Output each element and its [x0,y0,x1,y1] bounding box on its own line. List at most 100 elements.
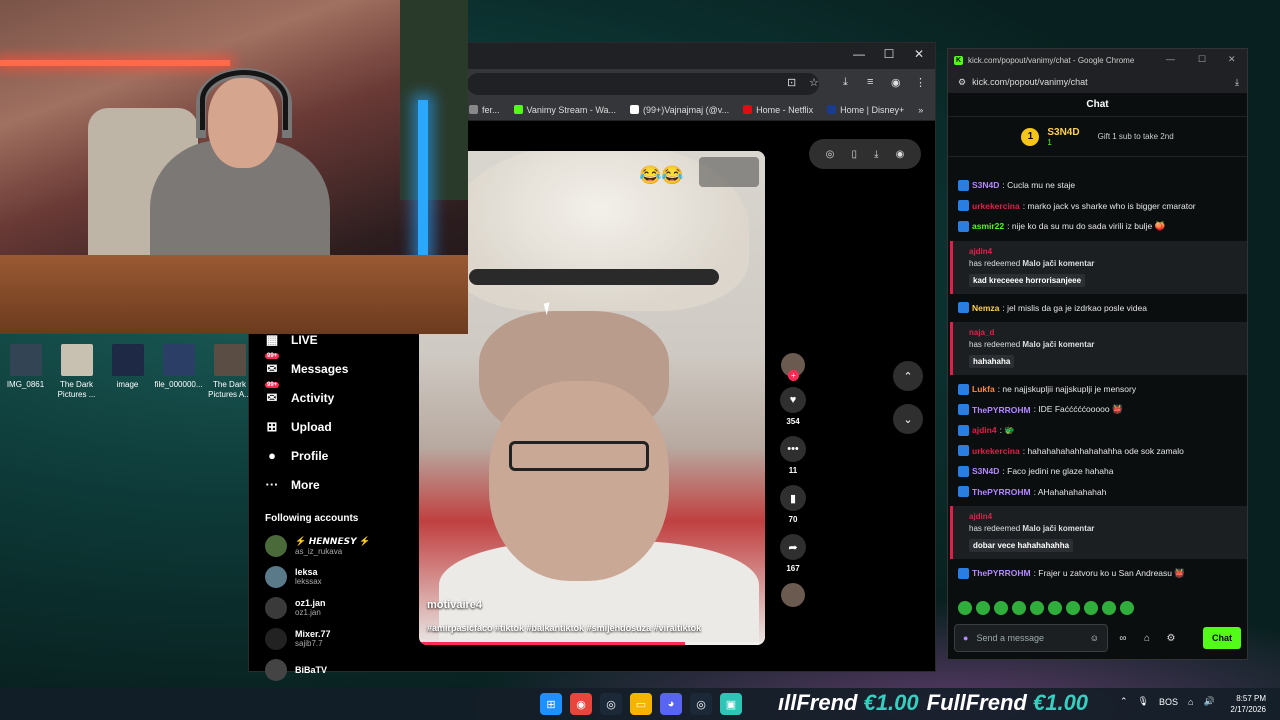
chat-username[interactable]: asmir22 [972,221,1004,231]
emote-icon[interactable] [1066,601,1080,615]
bookmark-item[interactable]: (99+)Vajnajmaj (@v... [630,105,729,115]
nav-item-messages[interactable]: ✉ 99+ Messages [249,352,419,383]
steam-icon[interactable]: ◎ [600,693,622,715]
bookmark-item[interactable]: fer... [469,105,500,115]
chat-download-icon[interactable]: ⤓ [1235,77,1239,88]
bookmark-icon[interactable]: ▮ [780,485,806,511]
follow-plus-icon[interactable]: + [788,370,799,381]
nav-item-profile[interactable]: ● Profile [249,441,419,470]
emote-icon[interactable] [1084,601,1098,615]
like-icon[interactable]: ♥ [780,387,806,413]
close-button[interactable]: ✕ [909,47,929,61]
network-icon[interactable]: ⌂ [1188,697,1193,707]
app-icon[interactable]: ▣ [720,693,742,715]
desktop-icon[interactable]: file_000000... [153,340,204,400]
video-progress-bar[interactable] [419,642,765,645]
tray-chevron-icon[interactable]: ⌃ [1120,696,1128,707]
gift-sub-prompt[interactable]: Gift 1 sub to take 2nd [1098,132,1174,141]
chat-username[interactable]: ThePYRROHM [972,568,1031,578]
maximize-button[interactable]: ☐ [879,47,899,61]
following-account[interactable]: BiBaTV [249,654,419,685]
emote-icon[interactable] [1030,601,1044,615]
redeem-user[interactable]: naja_d [969,328,1237,337]
previous-video-button[interactable]: ⌃ [893,361,923,391]
bookmarks-more-button[interactable]: » [918,105,923,115]
chat-username[interactable]: S3N4D [972,180,999,190]
creator-avatar[interactable]: + [781,353,805,381]
sound-avatar[interactable] [781,583,805,607]
emote-icon[interactable] [1102,601,1116,615]
download-video-icon[interactable]: ⤓ [874,149,878,160]
following-account[interactable]: Mixer.77 sajib7.7 [249,623,419,654]
profile-icon[interactable]: ◉ [891,76,901,89]
volume-icon[interactable]: 🔊 [1203,696,1214,707]
start-icon[interactable]: ⊞ [540,693,562,715]
bookmark-item[interactable]: Vanimy Stream - Wa... [513,105,616,115]
file-explorer-icon[interactable]: ▭ [630,693,652,715]
redeem-user[interactable]: ajdin4 [969,512,1237,521]
discord-icon[interactable]: ◕ [660,693,682,715]
video-player[interactable]: 😂😂 motivaire4 #amirpasicfaco #tiktok #ba… [419,151,765,645]
following-account[interactable]: ⚡ 𝙃𝙀𝙉𝙉𝙀𝙎𝙔 ⚡ as_iz_rukava [249,530,419,561]
menu-icon[interactable]: ⋮ [915,76,926,89]
chat-username[interactable]: ThePYRROHM [972,487,1031,497]
desktop-icon-label: image [116,380,139,389]
compass-icon[interactable]: ◎ [826,149,835,160]
mic-icon[interactable]: ● [963,633,968,643]
bookmark-item[interactable]: Home | Disney+ [827,105,904,115]
chat-username[interactable]: urkekercina [972,201,1020,211]
share-icon[interactable]: ➦ [780,534,806,560]
comment-icon[interactable]: ••• [780,436,806,462]
chat-username[interactable]: S3N4D [972,466,999,476]
user-avatar-icon[interactable]: ◉ [896,149,905,160]
following-account[interactable]: oz1.jan oz1.jan [249,592,419,623]
chat-message-input[interactable]: ● Send a message ☺ [954,624,1108,652]
emote-icon[interactable] [1048,601,1062,615]
chat-username[interactable]: ThePYRROHM [972,405,1031,415]
minimize-button[interactable]: — [849,47,869,61]
gifter-name[interactable]: S3N4D [1047,127,1079,138]
emote-icon[interactable] [976,601,990,615]
desktop-icon[interactable]: IMG_0861 [0,340,51,400]
taskbar-clock[interactable]: 8:57 PM 2/17/2026 [1230,693,1266,715]
chat-username[interactable]: urkekercina [972,446,1020,456]
chat-send-button[interactable]: Chat [1203,627,1241,649]
chat-minimize-button[interactable]: — [1166,54,1175,64]
chat-username[interactable]: Lukfa [972,384,995,394]
install-icon[interactable]: ⊡ [787,76,796,89]
redeem-user[interactable]: ajdin4 [969,247,1237,256]
settings-icon[interactable]: ⚙ [1162,633,1180,644]
chat-url-bar[interactable]: ⚙ kick.com/popout/vanimy/chat ⤓ [948,71,1247,93]
desktop-icon[interactable]: image [102,340,153,400]
nav-item-activity[interactable]: ✉ 99+ Activity [249,381,419,412]
site-info-icon[interactable]: ⚙ [958,77,966,88]
emote-icon[interactable] [1120,601,1134,615]
download-icon[interactable]: ⤓ [843,76,848,89]
phone-icon[interactable]: ▯ [851,149,857,160]
chat-close-button[interactable]: ✕ [1228,54,1236,65]
chrome-icon[interactable]: ◉ [570,693,592,715]
following-account[interactable]: leksa lekssax [249,561,419,592]
video-hashtags[interactable]: #amirpasicfaco #tiktok #balkantiktok #sm… [427,623,701,633]
address-bar[interactable] [467,73,819,95]
nav-item-more[interactable]: ··· More [249,470,419,499]
store-icon[interactable]: ⌂ [1138,633,1156,644]
playlist-icon[interactable]: ≡ [867,76,873,88]
emote-icon[interactable] [958,601,972,615]
star-icon[interactable]: ☆ [809,76,819,89]
link-icon[interactable]: ∞ [1114,633,1132,644]
nav-item-upload[interactable]: ⊞ Upload [249,412,419,441]
bookmark-item[interactable]: Home - Netflix [743,105,813,115]
emoji-picker-icon[interactable]: ☺ [1090,633,1099,643]
chat-maximize-button[interactable]: ☐ [1198,54,1206,65]
video-username[interactable]: motivaire4 [427,599,482,611]
language-indicator[interactable]: BOS [1159,697,1178,707]
emote-icon[interactable] [994,601,1008,615]
microphone-icon[interactable]: 🎙 [1138,696,1149,707]
chat-username[interactable]: ajdin4 [972,425,997,435]
steam-client-icon[interactable]: ◎ [690,693,712,715]
next-video-button[interactable]: ⌄ [893,404,923,434]
desktop-icon[interactable]: The Dark Pictures ... [51,340,102,400]
emote-icon[interactable] [1012,601,1026,615]
chat-username[interactable]: Nemza [972,303,999,313]
